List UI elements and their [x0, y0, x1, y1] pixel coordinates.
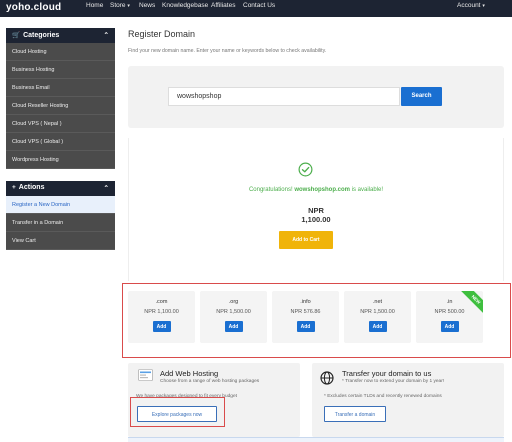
nav-contact[interactable]: Contact Us	[243, 2, 275, 9]
nav-account-label: Account	[457, 2, 481, 9]
categories-header[interactable]: 🛒 Categories ⌃	[6, 28, 115, 43]
sidebar-item-business-email[interactable]: Business Email	[6, 79, 115, 97]
transfer-domain-button[interactable]: Transfer a domain	[324, 406, 386, 422]
search-button[interactable]: Search	[401, 87, 442, 106]
nav-store-label: Store	[110, 2, 126, 9]
sidebar-item-cloud-reseller[interactable]: Cloud Reseller Hosting	[6, 97, 115, 115]
footer-strip	[128, 437, 504, 442]
sidebar-item-business-hosting[interactable]: Business Hosting	[6, 61, 115, 79]
congrats-suffix: is available!	[351, 187, 384, 193]
suggestion-card-com: .com NPR 1,100.00 Add	[128, 291, 195, 343]
hosting-icon	[138, 369, 153, 381]
suggestion-tld: .net	[372, 299, 383, 305]
suggestion-price: NPR 1,500.00	[216, 309, 251, 315]
suggestion-price: NPR 1,100.00	[144, 309, 179, 315]
chevron-up-icon[interactable]: ⌃	[104, 184, 109, 192]
add-org-button[interactable]: Add	[224, 321, 243, 332]
add-com-button[interactable]: Add	[152, 321, 171, 332]
suggestion-tld: .com	[155, 299, 168, 305]
transfer-promo-title: Transfer your domain to us	[342, 369, 432, 378]
suggestion-card-info: .info NPR 576.86 Add	[272, 291, 339, 343]
chevron-down-icon: ▾	[482, 3, 485, 9]
globe-icon	[320, 371, 334, 385]
suggestion-tld: .info	[300, 299, 311, 305]
available-domain: wowshopshop.com	[294, 187, 350, 193]
plus-icon: +	[12, 184, 16, 191]
sidebar-item-transfer-domain[interactable]: Transfer in a Domain	[6, 214, 115, 232]
sidebar-item-view-cart[interactable]: View Cart	[6, 232, 115, 250]
cart-icon: 🛒	[12, 32, 21, 39]
congrats-prefix: Congratulations!	[248, 187, 293, 193]
top-navbar: yoho.cloud Home Store ▾ News Knowledgeba…	[0, 0, 512, 17]
nav-knowledgebase[interactable]: Knowledgebase	[162, 2, 208, 9]
suggestion-price: NPR 500.00	[434, 309, 465, 315]
price-value: 1,100.00	[301, 215, 331, 224]
suggestion-card-in: NEW .in NPR 500.00 Add	[416, 291, 483, 343]
nav-account[interactable]: Account ▾	[457, 2, 485, 9]
suggestion-card-org: .org NPR 1,500.00 Add	[200, 291, 267, 343]
transfer-promo-desc-2: * Excludes certain TLDs and recently ren…	[324, 394, 442, 399]
page-subtitle: Find your new domain name. Enter your na…	[128, 48, 327, 54]
sidebar-item-wordpress[interactable]: Wordpress Hosting	[6, 151, 115, 169]
add-to-cart-button[interactable]: Add to Cart	[279, 231, 333, 249]
transfer-promo-panel: Transfer your domain to us * Transfer no…	[312, 363, 504, 437]
nav-home[interactable]: Home	[86, 2, 103, 9]
categories-panel: 🛒 Categories ⌃ Cloud Hosting Business Hos…	[6, 28, 115, 169]
suggestion-card-net: .net NPR 1,500.00 Add	[344, 291, 411, 343]
sidebar-item-register-domain[interactable]: Register a New Domain	[6, 196, 115, 214]
page-title: Register Domain	[128, 29, 196, 39]
nav-news[interactable]: News	[139, 2, 155, 9]
add-in-button[interactable]: Add	[440, 321, 459, 332]
hosting-promo-desc: Choose from a range of web hosting packa…	[160, 379, 260, 384]
categories-title: Categories	[23, 32, 60, 39]
check-circle-icon	[298, 162, 313, 177]
hosting-promo-title: Add Web Hosting	[160, 369, 219, 378]
actions-title: Actions	[18, 184, 45, 191]
chevron-down-icon: ▾	[127, 3, 130, 9]
actions-panel: + Actions ⌃ Register a New Domain Transfe…	[6, 181, 115, 250]
price-currency: NPR	[308, 206, 324, 215]
suggestion-price: NPR 1,500.00	[360, 309, 395, 315]
domain-search-input[interactable]: wowshopshop	[168, 87, 400, 106]
add-info-button[interactable]: Add	[296, 321, 315, 332]
sidebar-item-vps-nepal[interactable]: Cloud VPS ( Nepal )	[6, 115, 115, 133]
availability-message: Congratulations! wowshopshop.com is avai…	[128, 187, 504, 193]
nav-affiliates[interactable]: Affiliates	[211, 2, 235, 9]
sidebar-item-cloud-hosting[interactable]: Cloud Hosting	[6, 43, 115, 61]
chevron-up-icon[interactable]: ⌃	[104, 31, 109, 39]
suggestion-tld: .org	[228, 299, 239, 305]
explore-highlight	[130, 397, 225, 427]
logo[interactable]: yoho.cloud	[6, 2, 61, 13]
nav-store[interactable]: Store ▾	[110, 2, 130, 9]
transfer-promo-desc: * Transfer now to extend your domain by …	[342, 379, 445, 384]
suggestion-price: NPR 576.86	[290, 309, 321, 315]
actions-header[interactable]: + Actions ⌃	[6, 181, 115, 196]
sidebar-item-vps-global[interactable]: Cloud VPS ( Global )	[6, 133, 115, 151]
add-net-button[interactable]: Add	[368, 321, 387, 332]
